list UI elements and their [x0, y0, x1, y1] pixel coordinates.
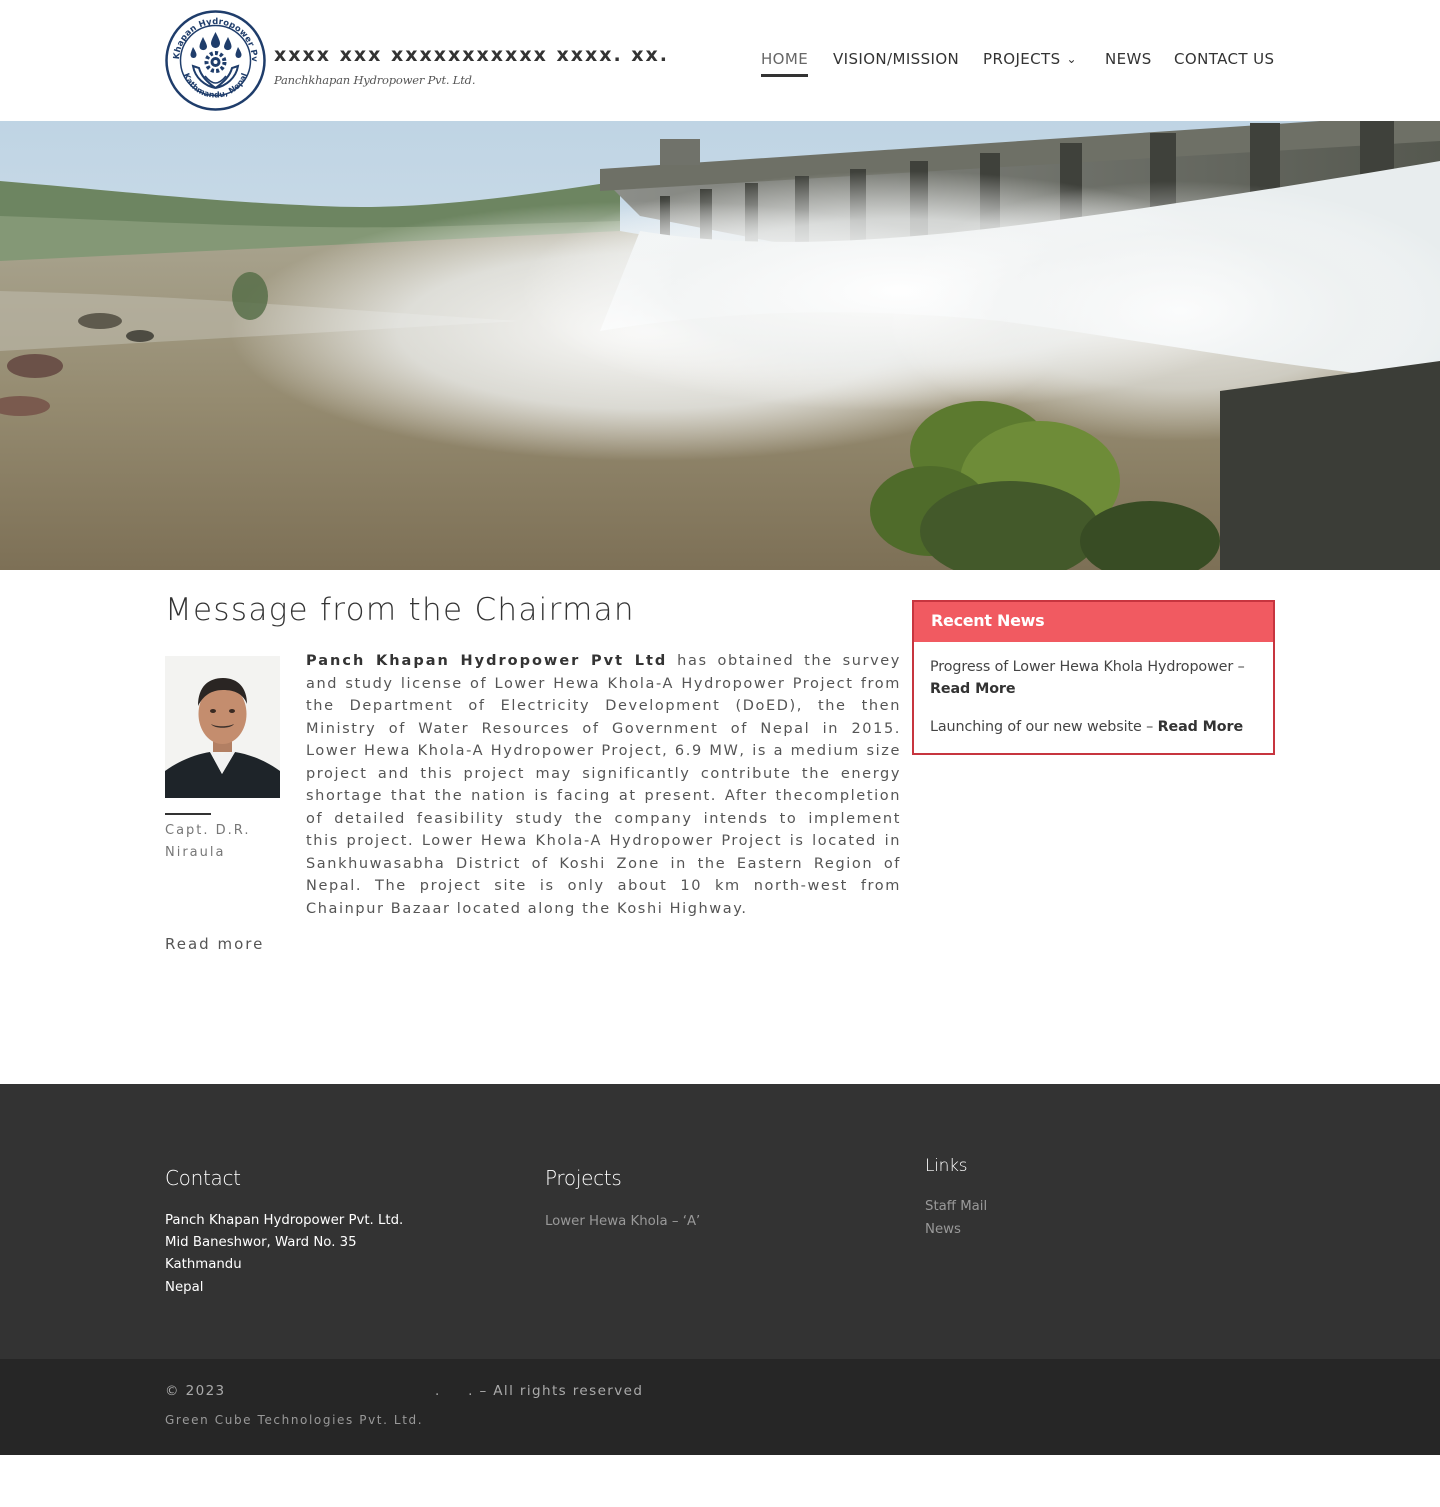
site-header: Panch Khapan Hydropower Pvt. Ltd. Kathma…	[0, 0, 1440, 121]
nav-projects-label: PROJECTS	[983, 50, 1061, 68]
footer-link-news[interactable]: News	[925, 1218, 961, 1241]
company-name-bold: Panch Khapan Hydropower Pvt Ltd	[306, 653, 668, 669]
hero-banner-image	[0, 121, 1440, 570]
footer-link-staff-mail[interactable]: Staff Mail	[925, 1195, 987, 1218]
news-item-text: Progress of Lower Hewa Khola Hydropower …	[930, 659, 1245, 675]
chairman-name: Capt. D.R. Niraula	[165, 823, 251, 860]
copyright-rights: . – All rights reserved	[468, 1383, 644, 1399]
nav-news[interactable]: NEWS	[1105, 50, 1152, 68]
copyright-separator: .	[434, 1383, 441, 1399]
nav-vision-mission[interactable]: VISION/MISSION	[833, 50, 959, 68]
copyright-text: © 2023 . . – All rights reserved	[165, 1383, 643, 1399]
message-body: has obtained the survey and study licens…	[306, 653, 901, 917]
chevron-down-icon: ⌄	[1066, 52, 1078, 66]
news-item-text: Launching of our new website –	[930, 719, 1154, 735]
developer-credit-link[interactable]: Green Cube Technologies Pvt. Ltd.	[165, 1413, 423, 1427]
footer-contact-title: Contact	[165, 1166, 241, 1190]
news-read-more-link[interactable]: Read More	[930, 681, 1016, 697]
recent-news-title: Recent News	[931, 611, 1045, 630]
main-nav: HOME VISION/MISSION PROJECTS ⌄ NEWS CONTA…	[0, 50, 1440, 80]
chairman-portrait-image	[165, 656, 280, 798]
footer-address-line: Panch Khapan Hydropower Pvt. Ltd.	[165, 1213, 404, 1228]
footer-address-line: Nepal	[165, 1280, 204, 1295]
read-more-link[interactable]: Read more	[165, 935, 264, 953]
site-footer: Contact Panch Khapan Hydropower Pvt. Ltd…	[0, 1084, 1440, 1359]
footer-address-line: Kathmandu	[165, 1257, 242, 1272]
footer-address-line: Mid Baneshwor, Ward No. 35	[165, 1235, 357, 1250]
news-read-more-link[interactable]: Read More	[1158, 719, 1244, 735]
news-item: Progress of Lower Hewa Khola Hydropower …	[930, 656, 1257, 700]
copyright-bar: © 2023 . . – All rights reserved Green C…	[0, 1359, 1440, 1455]
recent-news-list: Progress of Lower Hewa Khola Hydropower …	[914, 642, 1273, 738]
footer-project-link[interactable]: Lower Hewa Khola – ‘A’	[545, 1210, 700, 1233]
nav-projects[interactable]: PROJECTS ⌄	[983, 50, 1077, 68]
chairman-message-text: Panch Khapan Hydropower Pvt Ltd has obta…	[306, 650, 901, 920]
nav-home[interactable]: HOME	[761, 50, 808, 68]
chairman-photo	[165, 656, 280, 798]
chairman-message-title: Message from the Chairman	[165, 592, 635, 628]
copyright-year: © 2023	[165, 1383, 226, 1399]
news-item: Launching of our new website – Read More	[930, 716, 1257, 738]
footer-links-title: Links	[925, 1156, 968, 1176]
photo-divider	[165, 813, 211, 815]
footer-projects-title: Projects	[545, 1166, 622, 1190]
recent-news-widget: Recent News Progress of Lower Hewa Khola…	[912, 600, 1275, 755]
dam-spillway-image	[0, 121, 1440, 570]
recent-news-header: Recent News	[914, 602, 1273, 642]
nav-contact-us[interactable]: CONTACT US	[1174, 50, 1274, 68]
active-nav-indicator	[761, 74, 808, 77]
